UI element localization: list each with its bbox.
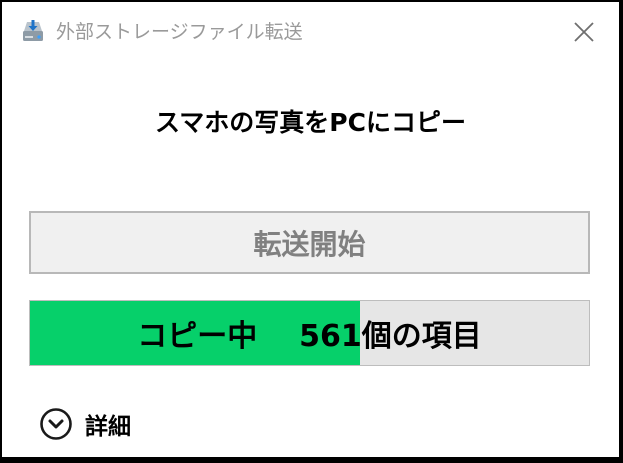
details-label: 詳細 <box>85 414 131 440</box>
close-button[interactable] <box>562 10 606 54</box>
download-drive-icon <box>20 19 46 45</box>
close-icon <box>574 22 594 42</box>
progress-status-text: コピー中 561個の項目 <box>137 319 482 354</box>
title-bar: 外部ストレージファイル転送 <box>2 2 619 62</box>
chevron-down-circle-icon <box>39 407 73 441</box>
transfer-progress-bar: コピー中 561個の項目 <box>29 300 590 366</box>
window-title: 外部ストレージファイル転送 <box>56 21 303 43</box>
dialog-heading: スマホの写真をPCにコピー <box>155 108 466 137</box>
details-toggle[interactable]: 詳細 <box>39 406 131 442</box>
transfer-dialog: 外部ストレージファイル転送 スマホの写真をPCにコピー 転送開始 コピー中 56… <box>2 2 619 457</box>
start-transfer-button[interactable]: 転送開始 <box>29 211 590 274</box>
